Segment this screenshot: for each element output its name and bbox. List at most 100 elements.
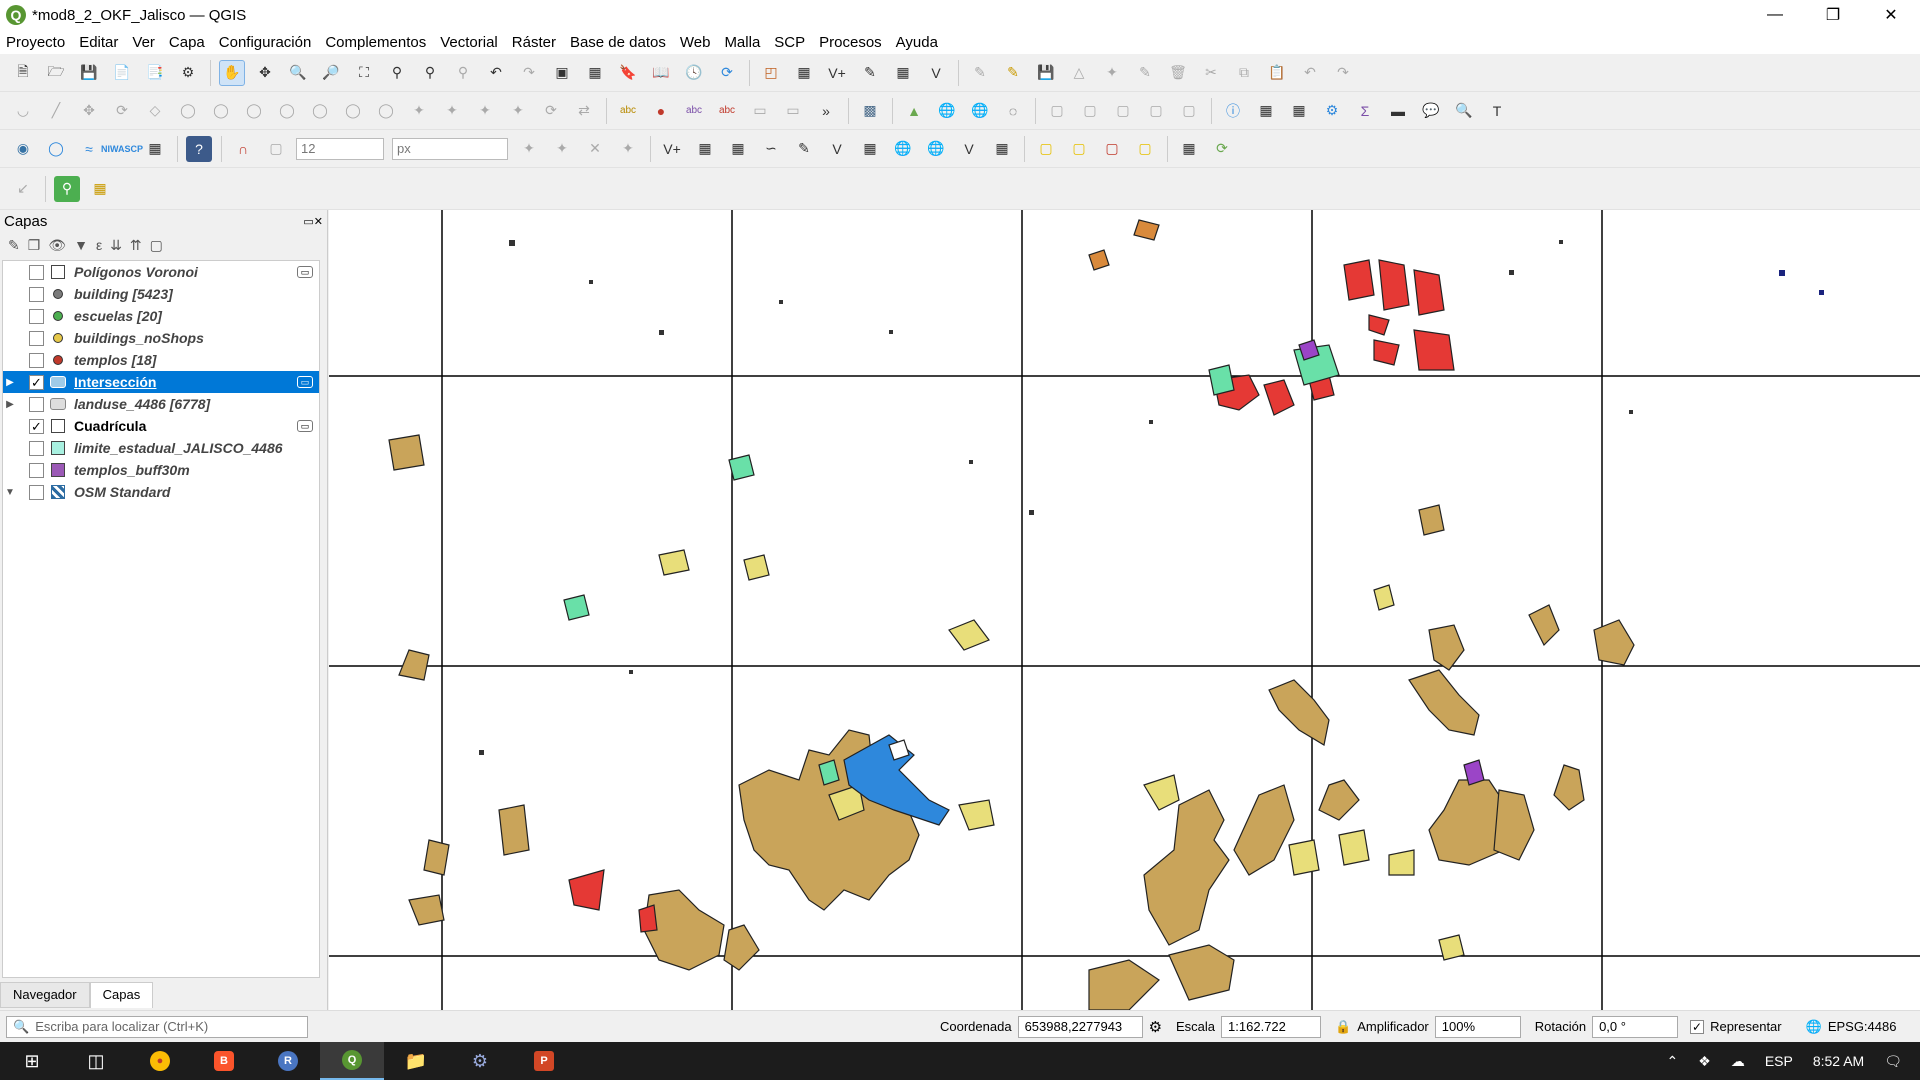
layer-row-building[interactable]: building [5423] (3, 283, 319, 305)
snap-intersection-icon[interactable]: ✦ (549, 136, 575, 162)
vector-new-icon[interactable]: V+ (659, 136, 685, 162)
rotate-label-icon[interactable]: ▭ (780, 98, 806, 124)
layer-row-cuadricula[interactable]: ✓ Cuadrícula ▭ (3, 415, 319, 437)
raster-calc-icon[interactable]: ▦ (692, 136, 718, 162)
db-manager-icon[interactable]: ▩ (857, 98, 883, 124)
split-features-icon[interactable]: ✦ (406, 98, 432, 124)
delete-part-icon[interactable]: ◯ (307, 98, 333, 124)
snapping-type-icon[interactable]: ▢ (263, 136, 289, 162)
onedrive-icon[interactable]: ☁ (1731, 1053, 1745, 1070)
layer-row-escuelas[interactable]: escuelas [20] (3, 305, 319, 327)
tab-capas[interactable]: Capas (89, 982, 154, 1008)
quickosm-icon[interactable]: ◌ (1000, 98, 1026, 124)
qgis-taskbar-icon[interactable]: Q (320, 1042, 384, 1080)
select-rectangle-icon[interactable]: ▢ (1033, 136, 1059, 162)
layer-checkbox[interactable] (29, 484, 44, 500)
new-shapefile-icon[interactable]: V+ (824, 60, 850, 86)
plugin-tool-icon[interactable]: ▦ (142, 136, 168, 162)
style-manager-icon[interactable]: ⚙ (175, 60, 201, 86)
identify-icon[interactable]: ⓘ (1220, 98, 1246, 124)
offset-curve-icon[interactable]: ◯ (373, 98, 399, 124)
crs-label[interactable]: EPSG:4486 (1828, 1019, 1897, 1034)
layer-row-landuse[interactable]: ▶ landuse_4486 [6778] (3, 393, 319, 415)
layer-checkbox[interactable] (29, 396, 44, 412)
zoom-last-icon[interactable]: ↶ (483, 60, 509, 86)
menu-ayuda[interactable]: Ayuda (896, 34, 938, 51)
select-value-icon[interactable]: ▢ (1077, 98, 1103, 124)
layer-row-limite-estadual[interactable]: limite_estadual_JALISCO_4486 (3, 437, 319, 459)
processing-toolbox-icon[interactable]: ⚙ (1319, 98, 1345, 124)
clock[interactable]: 8:52 AM (1813, 1053, 1864, 1069)
brave-icon[interactable]: B (192, 1042, 256, 1080)
menu-complementos[interactable]: Complementos (325, 34, 426, 51)
layer-checkbox[interactable] (29, 264, 44, 280)
layer-checkbox[interactable] (29, 440, 44, 456)
topological-editing-icon[interactable]: ✦ (516, 136, 542, 162)
select-features-icon[interactable]: ▢ (1044, 98, 1070, 124)
layer-checkbox[interactable] (29, 462, 44, 478)
layer-checkbox[interactable] (29, 352, 44, 368)
new-temp-scratch-icon[interactable]: ✎ (857, 60, 883, 86)
crs-globe-icon[interactable]: 🌐 (1806, 1019, 1822, 1035)
deselect-all-icon[interactable]: ▢ (1110, 98, 1136, 124)
open-project-icon[interactable]: 🗁 (43, 60, 69, 86)
undo-icon[interactable]: ↶ (1297, 60, 1323, 86)
plugin-extra-icon[interactable]: ▦ (1176, 136, 1202, 162)
start-button[interactable]: ⊞ (0, 1042, 64, 1080)
delete-selected-icon[interactable]: 🗑 (1165, 60, 1191, 86)
pin-labels-icon[interactable]: abc (681, 98, 707, 124)
language-indicator[interactable]: ESP (1765, 1053, 1793, 1069)
digitize-circular-icon[interactable]: ◡ (10, 98, 36, 124)
wfs-icon[interactable]: 🌐 (967, 98, 993, 124)
locate-icon[interactable]: 🔍 (1451, 98, 1477, 124)
menu-vectorial[interactable]: Vectorial (440, 34, 498, 51)
rotation-field[interactable]: 0,0 ° (1592, 1015, 1679, 1038)
map-canvas[interactable] (329, 210, 1920, 1010)
vertex-tool-icon[interactable]: ✦ (1099, 60, 1125, 86)
magnifier-field[interactable]: 100% (1434, 1015, 1521, 1038)
select-by-location-icon[interactable]: ▢ (1176, 98, 1202, 124)
new-project-icon[interactable]: 🗎 (10, 60, 36, 86)
layer-row-osm-standard[interactable]: ▼ OSM Standard (3, 481, 319, 503)
new-bookmark-icon[interactable]: 🔖 (615, 60, 641, 86)
deselect-icon[interactable]: ▢ (1099, 136, 1125, 162)
merge-features-icon[interactable]: ✦ (472, 98, 498, 124)
app-icon[interactable]: ⚙ (448, 1042, 512, 1080)
select-all-icon[interactable]: ▢ (1143, 98, 1169, 124)
delete-ring-icon[interactable]: ◯ (274, 98, 300, 124)
manage-visibility-icon[interactable]: 👁 (48, 237, 66, 254)
menu-procesos[interactable]: Procesos (819, 34, 882, 51)
menu-ver[interactable]: Ver (132, 34, 155, 51)
zoom-native-icon[interactable]: ⚲ (450, 60, 476, 86)
menu-web[interactable]: Web (680, 34, 711, 51)
refresh-icon[interactable]: ⟳ (714, 60, 740, 86)
add-ring-icon[interactable]: ◯ (175, 98, 201, 124)
tracing-icon[interactable]: ✕ (582, 136, 608, 162)
zoom-full-icon[interactable]: ⛶ (351, 60, 377, 86)
menu-editar[interactable]: Editar (79, 34, 118, 51)
text-annotation-icon[interactable]: T (1484, 98, 1510, 124)
layer-row-buildings-noshops[interactable]: buildings_noShops (3, 327, 319, 349)
menu-malla[interactable]: Malla (724, 34, 760, 51)
new-geopackage-icon[interactable]: ▦ (791, 60, 817, 86)
close-button[interactable]: ✕ (1862, 0, 1920, 30)
move-label-icon[interactable]: ▭ (747, 98, 773, 124)
reverse-line-icon[interactable]: ⇄ (571, 98, 597, 124)
toggle-editing-icon[interactable]: ✎ (1000, 60, 1026, 86)
r-icon[interactable]: R (256, 1042, 320, 1080)
scp-icon[interactable]: NIWA SCP (101, 136, 143, 162)
wms-icon[interactable]: 🌐 (934, 98, 960, 124)
reshape-icon[interactable]: ◯ (340, 98, 366, 124)
layer-checkbox[interactable]: ✓ (29, 374, 44, 390)
powerpoint-icon[interactable]: P (512, 1042, 576, 1080)
panel-float-close-icon[interactable]: ▭✕ (303, 215, 323, 228)
more-tools-icon[interactable]: » (813, 98, 839, 124)
menu-scp[interactable]: SCP (774, 34, 805, 51)
self-snapping-icon[interactable]: ✦ (615, 136, 641, 162)
split-parts-icon[interactable]: ✦ (439, 98, 465, 124)
notifications-icon[interactable]: 🗨 (1884, 1053, 1902, 1070)
layer-checkbox[interactable] (29, 308, 44, 324)
snapping-magnet-icon[interactable]: ∩ (230, 136, 256, 162)
add-layer-group-icon[interactable]: ▦ (989, 136, 1015, 162)
paste-features-icon[interactable]: 📋 (1264, 60, 1290, 86)
